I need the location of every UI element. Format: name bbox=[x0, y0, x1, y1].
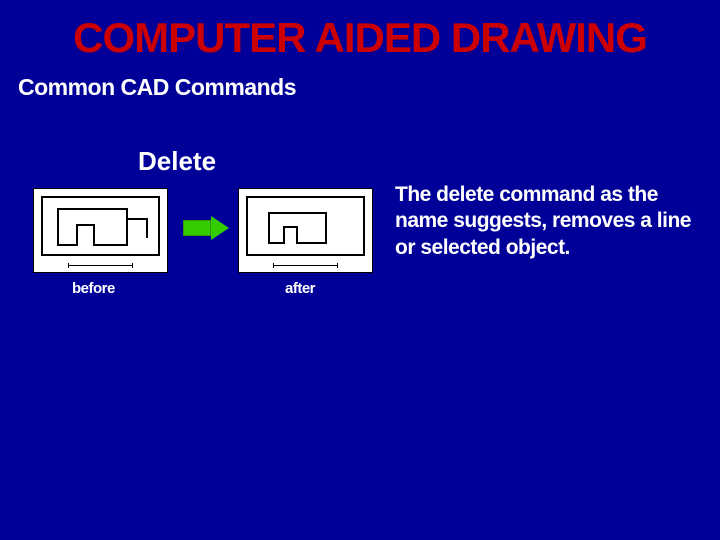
arrow-icon bbox=[183, 216, 229, 240]
drawing-frame bbox=[41, 196, 160, 256]
diagram-before bbox=[33, 188, 168, 273]
base-line bbox=[273, 265, 338, 266]
after-label: after bbox=[285, 280, 315, 297]
diagram-after bbox=[238, 188, 373, 273]
drawing-frame bbox=[246, 196, 365, 256]
section-subtitle: Common CAD Commands bbox=[0, 62, 720, 101]
command-description: The delete command as the name suggests,… bbox=[395, 182, 695, 261]
before-label: before bbox=[72, 280, 115, 297]
page-title: COMPUTER AIDED DRAWING bbox=[0, 0, 720, 62]
command-name: Delete bbox=[138, 146, 216, 177]
base-line bbox=[68, 265, 133, 266]
